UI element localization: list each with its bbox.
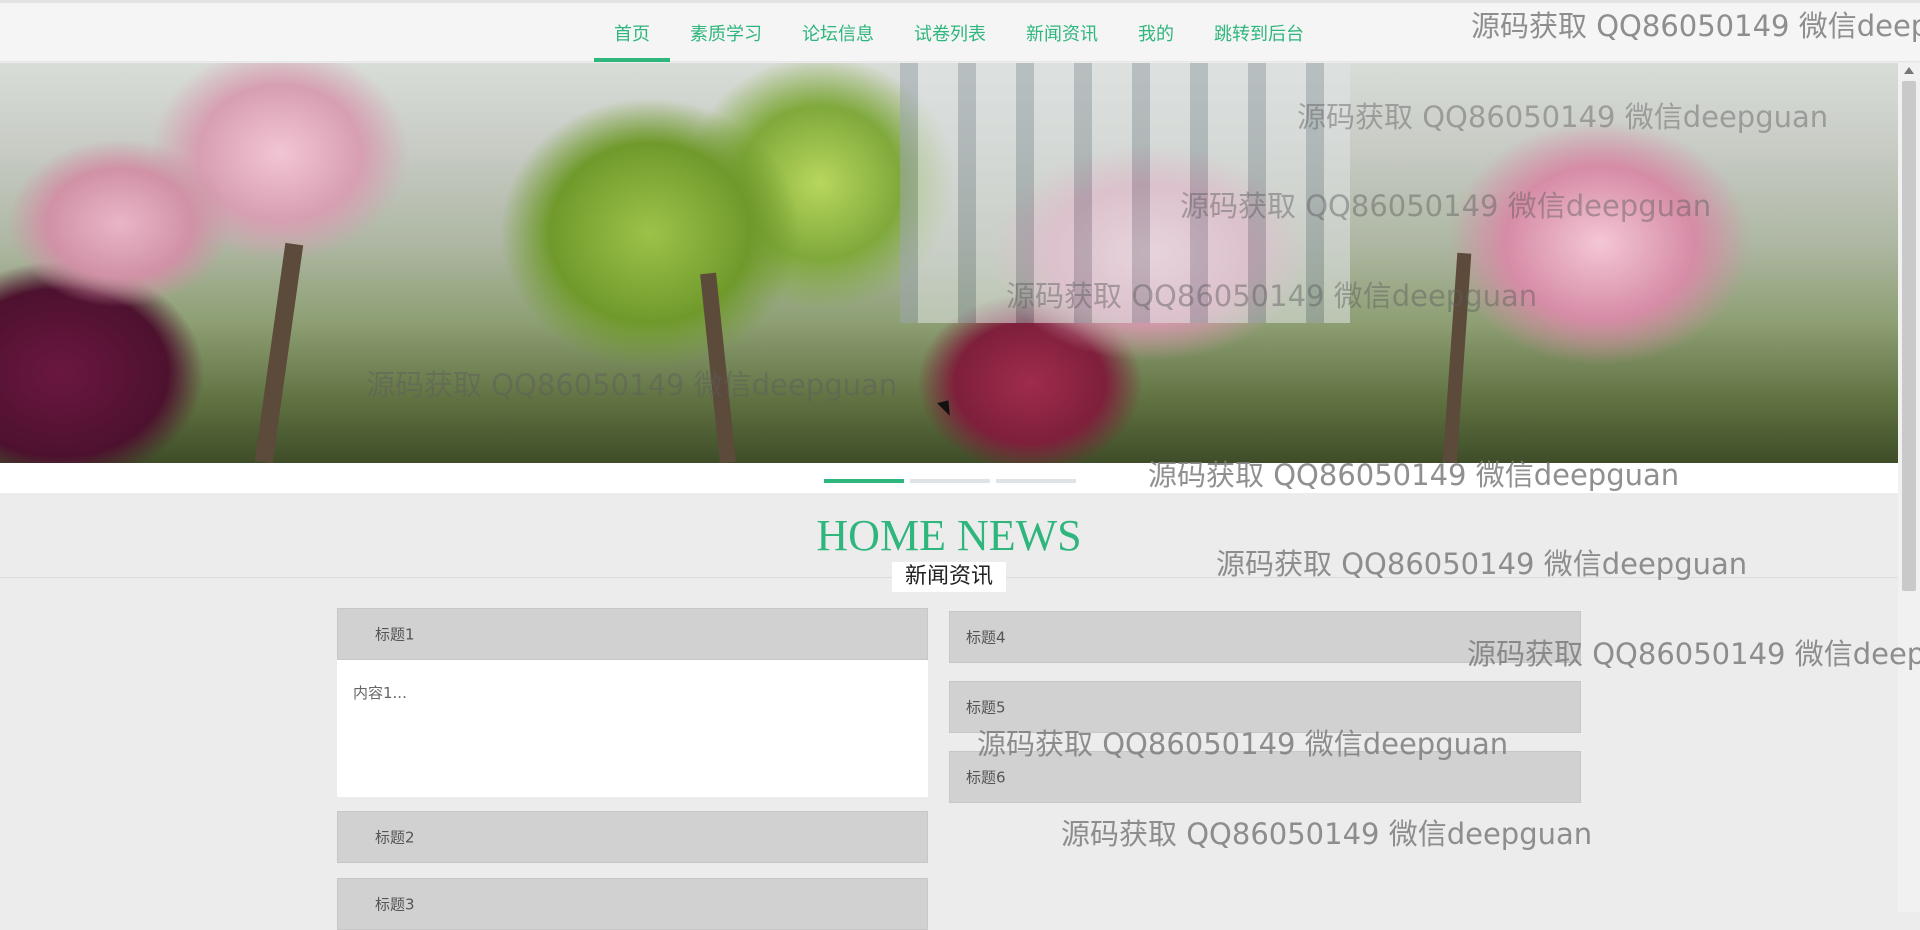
- nav-forum[interactable]: 论坛信息: [802, 20, 874, 62]
- scroll-up-arrow-icon[interactable]: [1904, 67, 1914, 74]
- banner-tree-trunk: [700, 272, 736, 463]
- news-item-title: 标题1: [375, 625, 415, 644]
- news-item-title: 标题5: [966, 698, 1006, 717]
- watermark-text: 源码获取 QQ86050149 微信deepguan: [1061, 817, 1593, 851]
- news-item-content: 内容1...: [337, 660, 928, 797]
- news-item-header[interactable]: 标题2: [337, 811, 928, 863]
- news-item-title: 标题3: [375, 895, 415, 914]
- scrollbar-thumb[interactable]: [1902, 81, 1916, 591]
- carousel-dot-3[interactable]: [996, 479, 1076, 483]
- main-nav: 首页 素质学习 论坛信息 试卷列表 新闻资讯 我的 跳转到后台: [0, 0, 1920, 62]
- page-scrollbar[interactable]: [1898, 63, 1920, 912]
- news-item-content-text: 内容1...: [353, 684, 407, 702]
- banner-tree-trunk: [1442, 252, 1472, 463]
- news-item-header[interactable]: 标题3: [337, 878, 928, 930]
- banner-tree-trunk: [254, 242, 304, 463]
- news-item-title: 标题4: [966, 628, 1006, 647]
- news-section-title: HOME NEWS: [816, 511, 1082, 560]
- news-item-header[interactable]: 标题4: [949, 611, 1581, 663]
- nav-news[interactable]: 新闻资讯: [1026, 20, 1098, 62]
- news-item-header[interactable]: 标题5: [949, 681, 1581, 733]
- nav-exam-list[interactable]: 试卷列表: [914, 20, 986, 62]
- banner-building-shape: [900, 63, 1350, 323]
- carousel-indicator-strip: [0, 463, 1898, 493]
- carousel-dot-1[interactable]: [824, 479, 904, 483]
- carousel-dot-2[interactable]: [910, 479, 990, 483]
- nav-quality-study[interactable]: 素质学习: [690, 20, 762, 62]
- news-item-title: 标题6: [966, 768, 1006, 787]
- nav-mine[interactable]: 我的: [1138, 20, 1174, 62]
- nav-admin[interactable]: 跳转到后台: [1214, 20, 1304, 62]
- nav-home[interactable]: 首页: [594, 20, 670, 62]
- news-item-header[interactable]: 标题6: [949, 751, 1581, 803]
- news-item-title: 标题2: [375, 828, 415, 847]
- news-section-subtitle: 新闻资讯: [892, 562, 1006, 592]
- news-item-header[interactable]: 标题1: [337, 608, 928, 660]
